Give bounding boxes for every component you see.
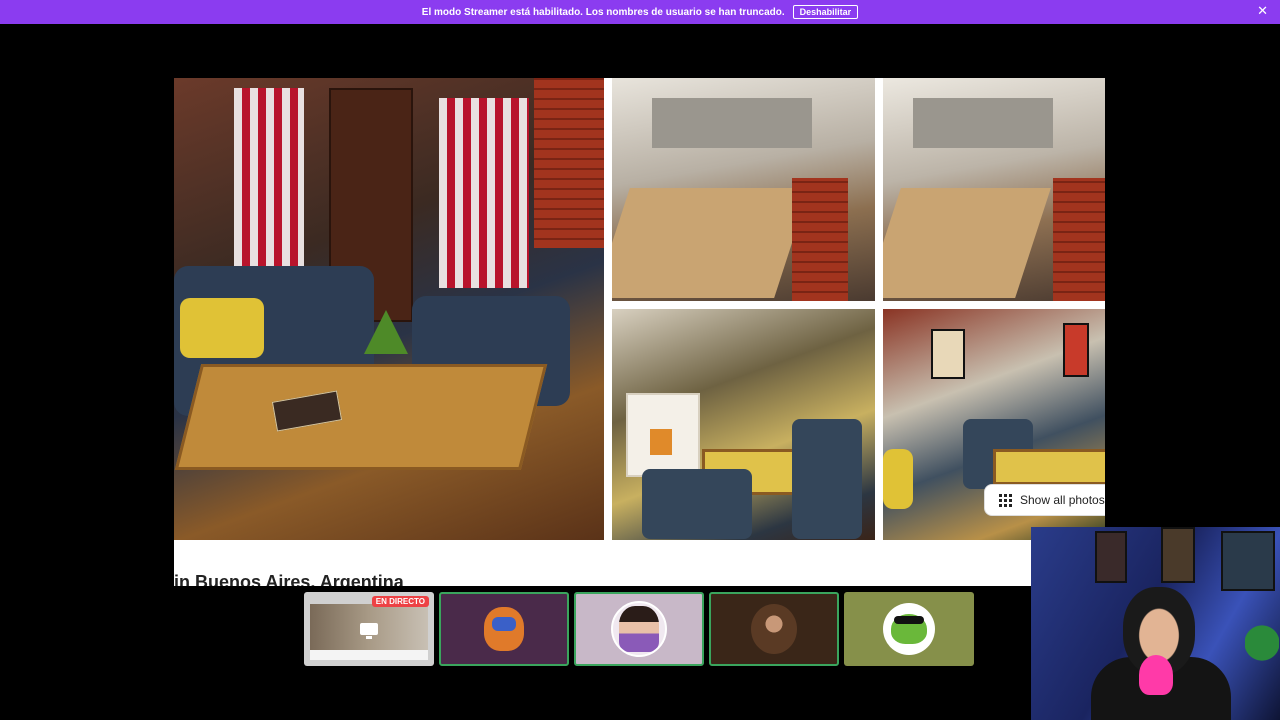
coffee-table-shape <box>993 449 1105 485</box>
plant-shape <box>364 310 408 354</box>
counter-shape <box>883 188 1051 298</box>
brick-column-shape <box>792 178 848 301</box>
listing-photo-kitchen[interactable] <box>612 78 875 301</box>
cabinet-shape <box>913 98 1053 148</box>
webcam-feed <box>1031 527 1280 720</box>
brick-wall-shape <box>534 78 604 248</box>
pillow-shape <box>883 449 913 509</box>
close-icon[interactable]: ✕ <box>1257 4 1268 19</box>
counter-shape <box>612 188 810 298</box>
plush-toy-shape <box>1139 655 1173 695</box>
listing-location-title: in Buenos Aires, Argentina <box>174 572 404 586</box>
person-avatar <box>611 601 667 657</box>
poster-shape <box>1161 527 1195 583</box>
armchair-shape <box>642 469 752 539</box>
frog-avatar <box>883 603 935 655</box>
sofa-shape <box>792 419 862 539</box>
poster-shape <box>1221 531 1275 591</box>
streamer-mode-banner: El modo Streamer está habilitado. Los no… <box>0 0 1280 24</box>
participant-tile[interactable] <box>574 592 704 666</box>
grid-icon <box>999 493 1012 507</box>
hagrid-avatar <box>748 603 800 655</box>
participant-tile[interactable] <box>709 592 839 666</box>
show-all-photos-label: Show all photos <box>1020 493 1105 507</box>
participant-tiles: EN DIRECTO <box>304 592 974 666</box>
listing-photo-kitchen-2[interactable] <box>883 78 1105 301</box>
poster-shape <box>1063 323 1089 377</box>
lion-avatar <box>478 603 530 655</box>
participant-tile[interactable] <box>439 592 569 666</box>
coffee-table-shape <box>174 364 548 470</box>
disable-streamer-mode-button[interactable]: Deshabilitar <box>792 5 859 19</box>
listing-photo-lounge[interactable] <box>612 309 875 540</box>
screen-preview-strip <box>310 650 428 660</box>
pillow-shape <box>180 298 264 358</box>
fire-shape <box>650 429 672 455</box>
participant-tile[interactable] <box>844 592 974 666</box>
curtain-shape <box>439 98 529 288</box>
plant-shape <box>1245 613 1279 673</box>
monitor-icon <box>360 623 378 639</box>
cabinet-shape <box>652 98 812 148</box>
show-all-photos-button[interactable]: Show all photos <box>984 484 1105 516</box>
stream-view[interactable]: Show all photos in Buenos Aires, Argenti… <box>174 78 1105 586</box>
brick-column-shape <box>1053 178 1105 301</box>
curtain-shape <box>234 88 304 288</box>
listing-photo-living-room[interactable] <box>174 78 604 540</box>
poster-shape <box>931 329 965 379</box>
screen-share-tile[interactable]: EN DIRECTO <box>304 592 434 666</box>
live-badge: EN DIRECTO <box>371 596 429 607</box>
banner-message: El modo Streamer está habilitado. Los no… <box>421 6 785 18</box>
poster-shape <box>1095 531 1127 583</box>
